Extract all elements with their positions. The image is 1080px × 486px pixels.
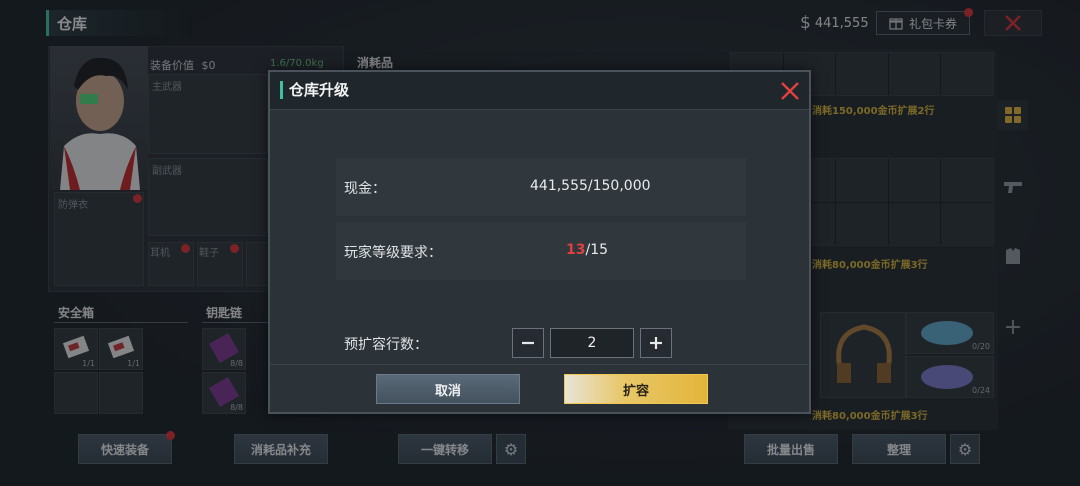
level-label: 玩家等级要求： [344,245,442,261]
cash-value: 441,555/150,000 [530,178,651,194]
dialog-divider [270,364,809,365]
decrease-button[interactable] [512,328,544,358]
rows-quantity-field[interactable]: 2 [550,328,634,358]
cash-label: 现金： [344,181,386,197]
cancel-button[interactable]: 取消 [376,374,520,404]
rows-label: 预扩容行数： [344,337,428,353]
plus-icon [650,337,662,349]
dialog-title: 仓库升级 [280,81,349,99]
increase-button[interactable] [640,328,672,358]
close-icon [781,82,799,100]
level-current: 13 [566,242,586,258]
upgrade-dialog: 仓库升级 现金： 441,555/150,000 玩家等级要求： 13/15 预… [268,70,811,414]
expand-confirm-button[interactable]: 扩容 [564,374,708,404]
level-required: /15 [585,242,609,258]
minus-icon [522,341,534,345]
level-value: 13/15 [566,242,608,258]
dialog-header: 仓库升级 [270,72,809,110]
dialog-close-button[interactable] [777,78,803,104]
